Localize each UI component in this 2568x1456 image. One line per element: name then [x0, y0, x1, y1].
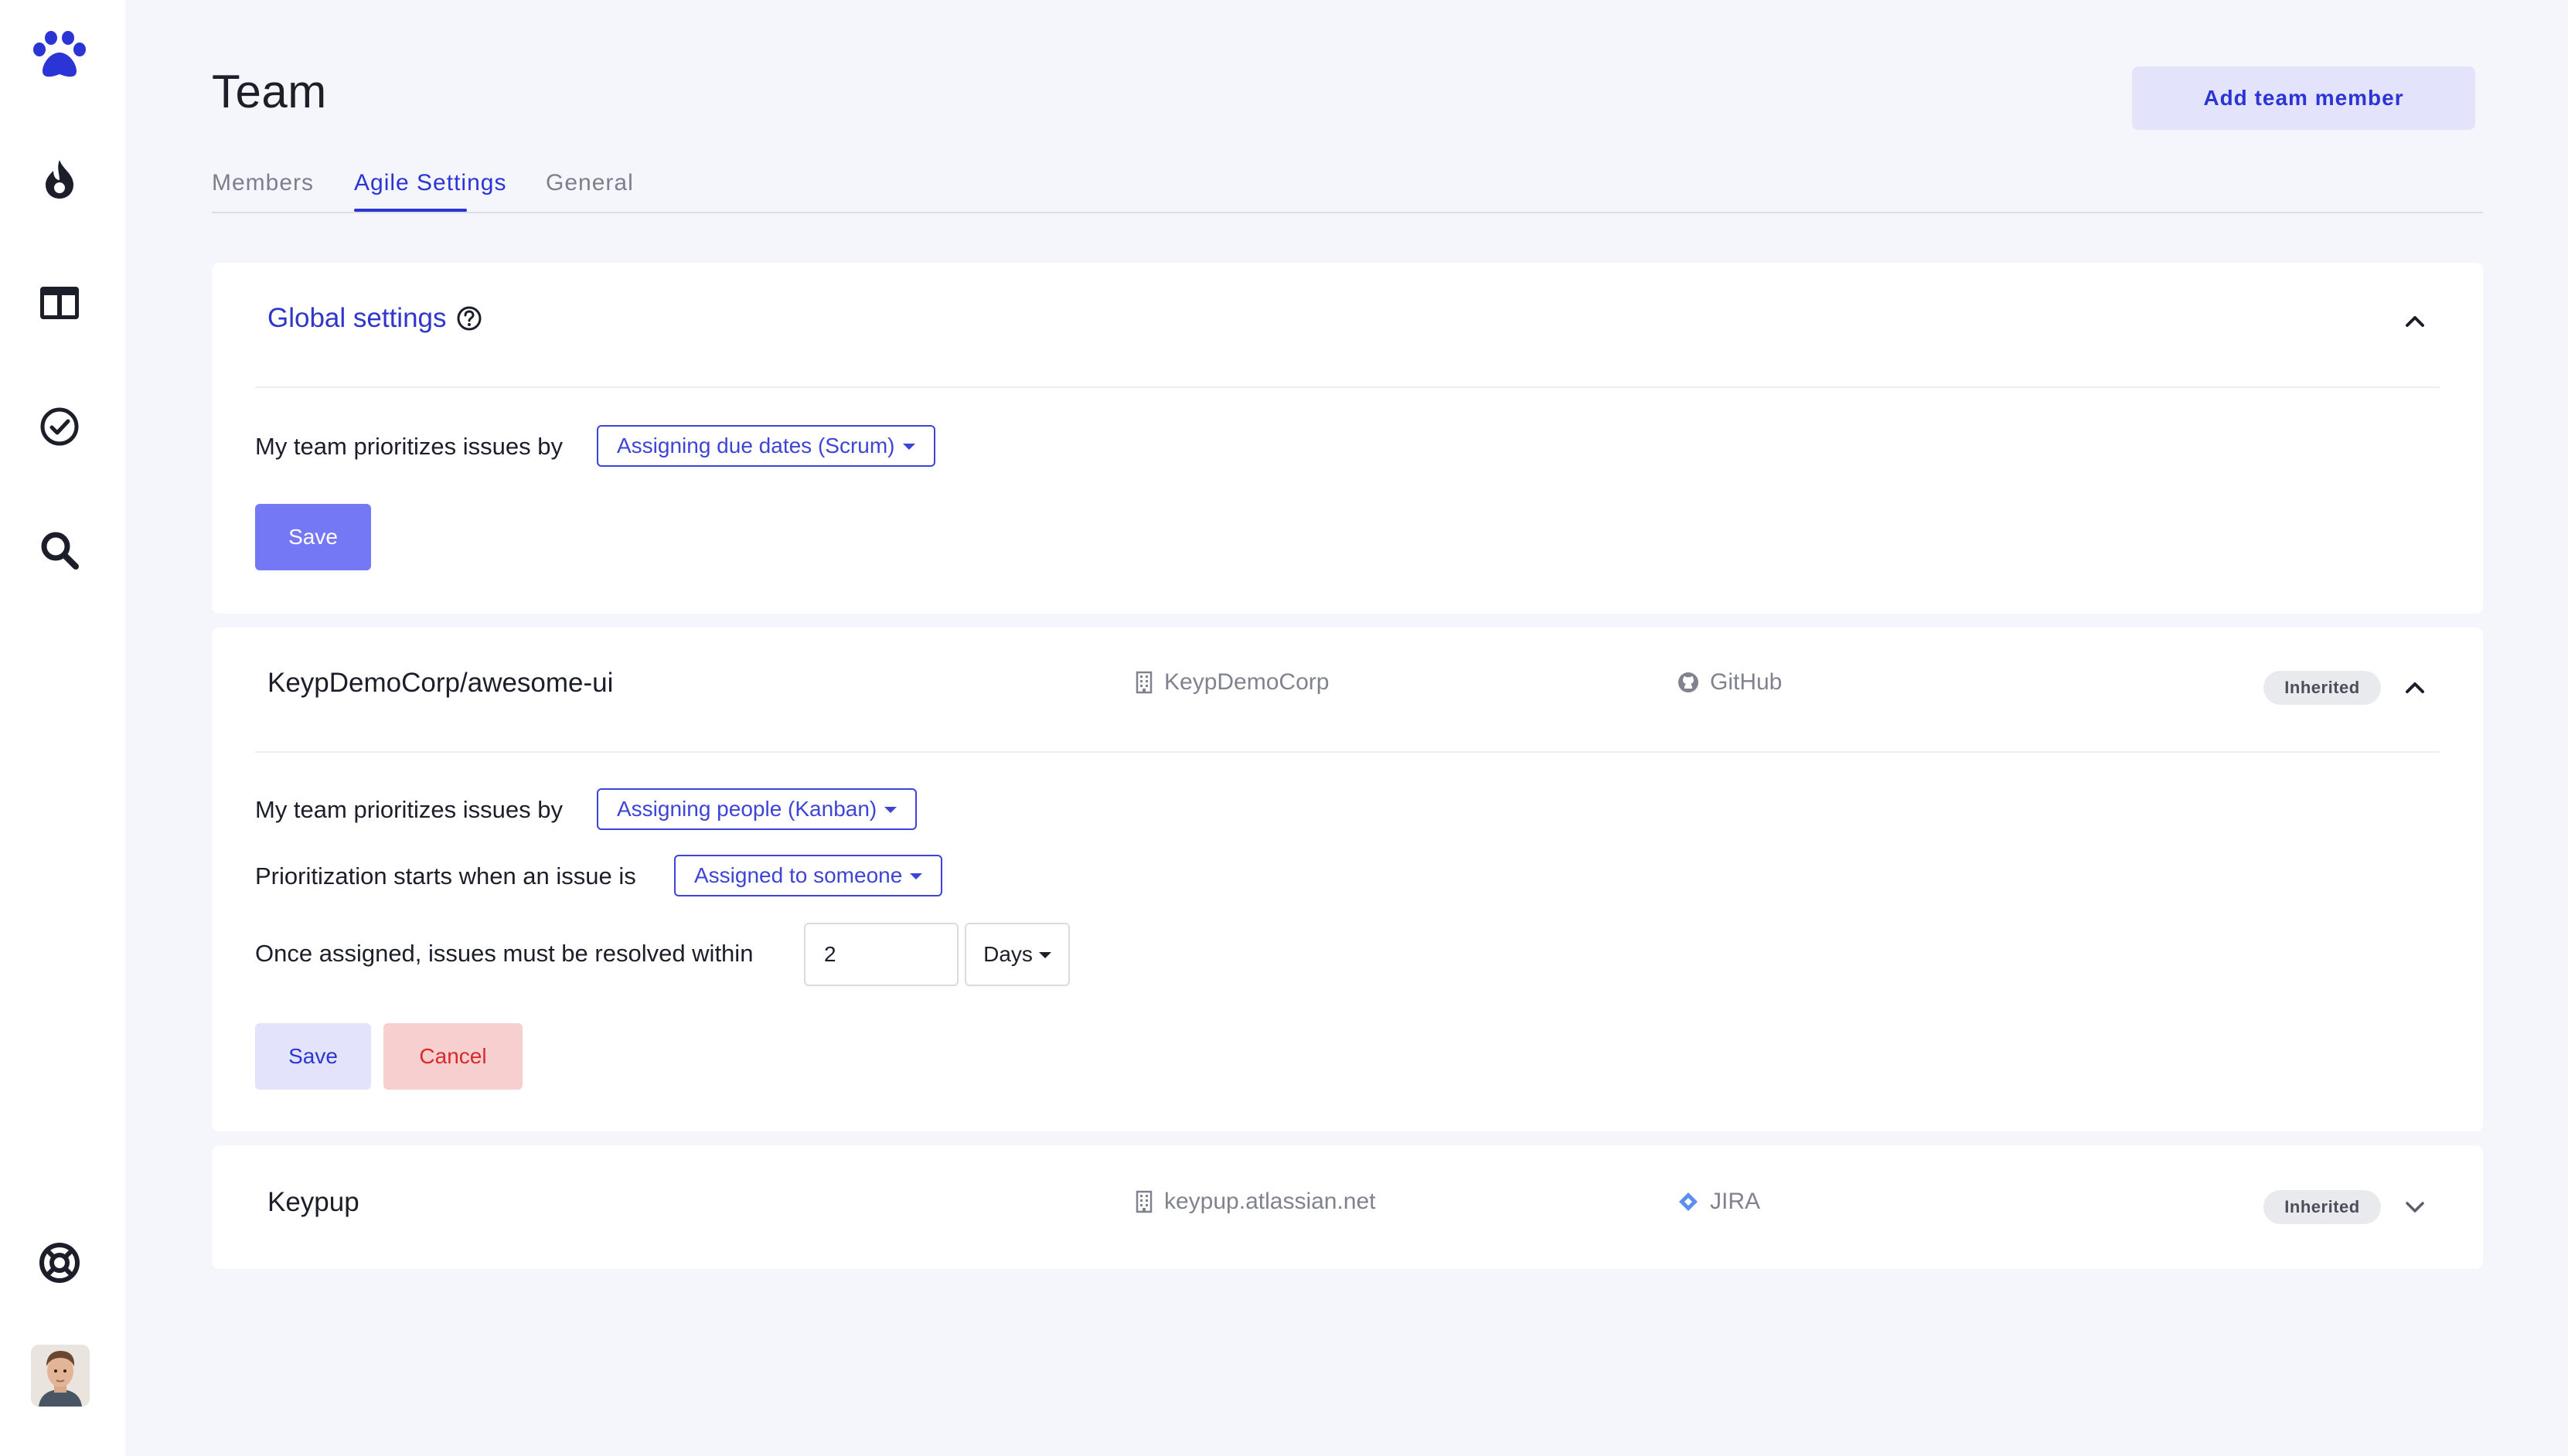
- help-lifebuoy-icon[interactable]: [32, 1235, 87, 1291]
- global-settings-header[interactable]: Global settings: [267, 303, 482, 334]
- github-icon: [1678, 672, 1698, 692]
- fire-icon[interactable]: [32, 151, 87, 207]
- page-title: Team: [212, 66, 327, 117]
- search-icon[interactable]: [32, 522, 87, 578]
- resolve-unit-select[interactable]: Days: [965, 923, 1070, 986]
- cancel-button[interactable]: Cancel: [383, 1023, 523, 1090]
- caret-down-icon: [884, 807, 897, 813]
- prioritize-label: My team prioritizes issues by: [255, 796, 563, 823]
- inherited-badge: Inherited: [2263, 1190, 2381, 1224]
- add-team-member-button[interactable]: Add team member: [2132, 66, 2475, 130]
- global-settings-card: Global settings My team prioritizes issu…: [212, 263, 2483, 614]
- prioritization-start-dropdown[interactable]: Assigned to someone: [674, 855, 943, 896]
- resolve-within-input[interactable]: 2: [804, 923, 959, 986]
- chevron-down-icon[interactable]: [2399, 1192, 2430, 1223]
- building-icon: [1136, 1190, 1153, 1213]
- check-circle-icon[interactable]: [32, 399, 87, 454]
- save-button[interactable]: Save: [255, 504, 371, 570]
- prioritize-dropdown-value: Assigning people (Kanban): [617, 797, 877, 821]
- tab-agile-settings[interactable]: Agile Settings: [354, 170, 506, 196]
- resolve-unit-value: Days: [983, 942, 1033, 966]
- repo-card-awesome-ui: KeypDemoCorp/awesome-ui KeypDemoCorp Git…: [212, 628, 2483, 1131]
- repo-org-label: KeypDemoCorp: [1164, 669, 1330, 695]
- divider: [255, 751, 2440, 753]
- repo-org: KeypDemoCorp: [1135, 669, 1329, 696]
- repo-card-keypup: Keypup keypup.atlassian.net JIRA Inherit…: [212, 1145, 2483, 1269]
- resolve-within-label: Once assigned, issues must be resolved w…: [255, 940, 754, 967]
- global-settings-title: Global settings: [267, 303, 447, 333]
- caret-down-icon: [1038, 952, 1051, 958]
- repo-provider-label: GitHub: [1710, 669, 1783, 695]
- repo-org: keypup.atlassian.net: [1135, 1189, 1376, 1215]
- caret-down-icon: [910, 873, 923, 879]
- repo-name: KeypDemoCorp/awesome-ui: [267, 668, 614, 698]
- divider: [255, 386, 2440, 388]
- repo-name: Keypup: [267, 1187, 359, 1217]
- resolve-within-value: 2: [824, 942, 836, 966]
- prioritize-dropdown-value: Assigning due dates (Scrum): [617, 434, 895, 458]
- repo-provider-label: JIRA: [1710, 1189, 1761, 1214]
- jira-icon: [1679, 1192, 1698, 1211]
- help-circle-icon[interactable]: [456, 305, 482, 332]
- prioritization-start-value: Assigned to someone: [694, 863, 903, 887]
- tab-general[interactable]: General: [546, 170, 634, 196]
- prioritize-dropdown[interactable]: Assigning people (Kanban): [597, 788, 918, 830]
- prioritize-dropdown[interactable]: Assigning due dates (Scrum): [597, 425, 935, 467]
- paw-logo-icon[interactable]: [32, 28, 87, 83]
- active-tab-indicator: [354, 209, 467, 212]
- caret-down-icon: [902, 444, 915, 450]
- building-icon: [1136, 671, 1153, 694]
- chevron-up-icon[interactable]: [2399, 306, 2430, 337]
- repo-provider: JIRA: [1677, 1189, 1760, 1215]
- prioritize-label: My team prioritizes issues by: [255, 433, 563, 460]
- board-icon[interactable]: [32, 275, 87, 331]
- save-button[interactable]: Save: [255, 1023, 371, 1090]
- sidebar: [0, 0, 125, 1456]
- tab-bar: Members Agile Settings General: [212, 165, 2483, 213]
- chevron-up-icon[interactable]: [2399, 672, 2430, 703]
- prioritization-start-label: Prioritization starts when an issue is: [255, 862, 636, 890]
- avatar[interactable]: [31, 1345, 90, 1407]
- repo-org-label: keypup.atlassian.net: [1164, 1189, 1376, 1214]
- repo-provider: GitHub: [1677, 669, 1782, 696]
- tab-members[interactable]: Members: [212, 170, 314, 196]
- inherited-badge: Inherited: [2263, 671, 2381, 705]
